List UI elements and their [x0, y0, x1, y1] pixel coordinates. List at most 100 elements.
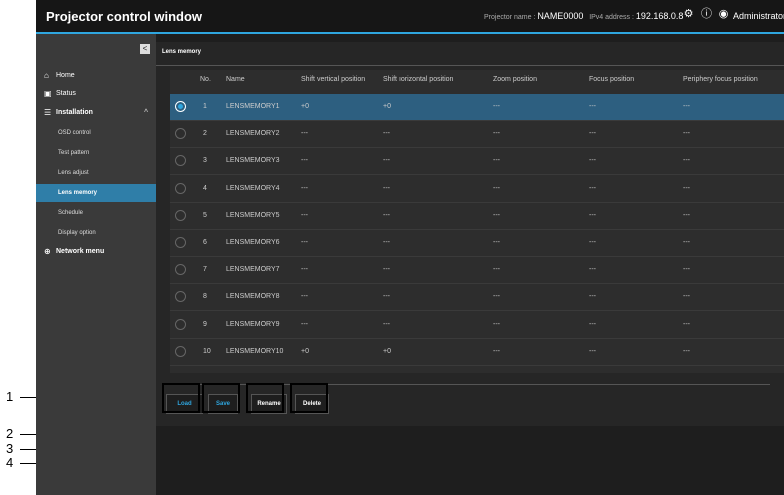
cell-zoom: ---: [493, 130, 500, 138]
cell-zoom: ---: [493, 293, 500, 301]
column-header-periphery-focus: Periphery focus position: [683, 76, 758, 83]
row-radio-button[interactable]: [175, 264, 186, 276]
cell-name: LENSMEMORY6: [226, 239, 280, 246]
sidebar-item-schedule[interactable]: Schedule: [36, 204, 156, 222]
sidebar-item-test-pattern[interactable]: Test pattern: [36, 144, 156, 162]
row-radio-button[interactable]: [175, 155, 186, 167]
sidebar-item-label: Test pattern: [58, 150, 90, 156]
sliders-icon: ☰: [44, 108, 52, 117]
cell-zoom: ---: [493, 320, 500, 328]
main-content: Lens memory No. Name Shift vertical posi…: [156, 34, 784, 495]
cell-periphery-focus: ---: [683, 266, 690, 274]
cell-zoom: ---: [493, 211, 500, 219]
table-row[interactable]: 4 LENSMEMORY4 --- --- --- --- ---: [170, 176, 784, 203]
cell-shift-horizontal: ---: [383, 239, 390, 246]
callout-number: 1: [6, 389, 14, 404]
sidebar: < ⌂ Home ▣ Status ☰ Installation ^ OSD c…: [36, 34, 156, 495]
cell-shift-vertical: ---: [301, 239, 308, 246]
cell-periphery-focus: ---: [683, 130, 690, 138]
sidebar-item-osd-control[interactable]: OSD control: [36, 124, 156, 142]
lens-memory-table: No. Name Shift vertical position Shift ı…: [170, 70, 784, 373]
row-radio-button[interactable]: [175, 345, 186, 357]
chevron-up-icon: ^: [144, 109, 149, 116]
lens-memory-panel: Lens memory No. Name Shift vertical posi…: [156, 42, 784, 426]
sidebar-item-network-menu[interactable]: ⊕ Network menu: [36, 243, 156, 261]
cell-shift-vertical: ---: [301, 184, 308, 192]
user-icon[interactable]: ◉: [717, 8, 730, 21]
cell-focus: ---: [589, 211, 596, 219]
sidebar-item-label: Home: [56, 72, 75, 79]
cell-shift-vertical: +0: [301, 103, 309, 110]
table-row[interactable]: 9 LENSMEMORY9 --- --- --- --- ---: [170, 312, 784, 339]
table-row[interactable]: 7 LENSMEMORY7 --- --- --- --- ---: [170, 257, 784, 285]
callout-frame-rename: [246, 383, 284, 413]
table-row[interactable]: 3 LENSMEMORY3 --- --- --- --- ---: [170, 148, 784, 176]
cell-zoom: ---: [493, 266, 500, 274]
cell-focus: ---: [589, 239, 596, 246]
app-title: Projector control window: [46, 9, 203, 24]
sidebar-item-label: Lens memory: [58, 190, 98, 196]
cell-shift-horizontal: ---: [383, 130, 390, 138]
cell-no: 3: [203, 157, 207, 165]
row-radio-button[interactable]: [175, 318, 186, 330]
cell-periphery-focus: ---: [683, 103, 690, 110]
projector-name-label: Projector name :: [484, 14, 536, 21]
cell-zoom: ---: [493, 184, 500, 192]
info-icon[interactable]: ⓘ: [700, 8, 713, 21]
cell-name: LENSMEMORY4: [226, 184, 280, 192]
sidebar-item-status[interactable]: ▣ Status: [36, 85, 156, 103]
table-row[interactable]: 10 LENSMEMORY10 +0 +0 --- --- ---: [170, 339, 784, 366]
row-radio-button[interactable]: [175, 101, 186, 112]
column-header-shift-vertical: Shift vertical position: [301, 76, 366, 83]
callout-number: 3: [6, 441, 14, 456]
cell-periphery-focus: ---: [683, 347, 690, 355]
cell-shift-horizontal: ---: [383, 266, 390, 274]
cell-shift-vertical: ---: [301, 130, 308, 138]
table-row[interactable]: 6 LENSMEMORY6 --- --- --- --- ---: [170, 230, 784, 257]
table-row[interactable]: 5 LENSMEMORY5 --- --- --- --- ---: [170, 203, 784, 230]
cell-shift-vertical: ---: [301, 211, 308, 219]
user-name[interactable]: Administrator: [733, 11, 784, 21]
cell-shift-horizontal: +0: [383, 347, 391, 355]
row-radio-button[interactable]: [175, 128, 186, 140]
sidebar-item-lens-adjust[interactable]: Lens adjust: [36, 164, 156, 182]
cell-periphery-focus: ---: [683, 184, 690, 192]
cell-focus: ---: [589, 293, 596, 301]
cell-periphery-focus: ---: [683, 211, 690, 219]
cell-no: 5: [203, 211, 207, 219]
status-icon: ▣: [44, 89, 52, 98]
sidebar-item-installation[interactable]: ☰ Installation ^: [36, 104, 156, 122]
cell-shift-horizontal: +0: [383, 103, 391, 110]
cell-shift-vertical: ---: [301, 293, 308, 301]
sidebar-item-lens-memory[interactable]: Lens memory: [36, 184, 156, 202]
projector-name: NAME0000: [537, 11, 584, 21]
collapse-button[interactable]: <: [140, 44, 150, 54]
sidebar-item-display-option[interactable]: Display option: [36, 224, 156, 242]
table-row[interactable]: 8 LENSMEMORY8 --- --- --- --- ---: [170, 284, 784, 312]
cell-zoom: ---: [493, 347, 500, 355]
cell-shift-vertical: ---: [301, 157, 308, 165]
callout-number: 2: [6, 426, 14, 441]
table-row[interactable]: 2 LENSMEMORY2 --- --- --- --- ---: [170, 121, 784, 149]
cell-shift-horizontal: ---: [383, 184, 390, 192]
row-radio-button[interactable]: [175, 209, 186, 221]
cell-zoom: ---: [493, 239, 500, 246]
row-radio-button[interactable]: [175, 182, 186, 194]
sidebar-item-home[interactable]: ⌂ Home: [36, 67, 156, 85]
table-row[interactable]: 1 LENSMEMORY1 +0 +0 --- --- ---: [170, 94, 784, 121]
sidebar-item-label: Installation: [56, 109, 93, 116]
cell-no: 9: [203, 320, 207, 328]
cell-periphery-focus: ---: [683, 293, 690, 301]
cell-focus: ---: [589, 266, 596, 274]
cell-focus: ---: [589, 320, 596, 328]
callout-frame-delete: [290, 383, 328, 413]
row-radio-button[interactable]: [175, 237, 186, 248]
gear-icon[interactable]: ⚙: [682, 8, 695, 21]
cell-shift-horizontal: ---: [383, 293, 390, 301]
callout-frame-load: [162, 383, 200, 413]
sidebar-item-label: Status: [56, 90, 76, 97]
home-icon: ⌂: [44, 71, 49, 80]
cell-focus: ---: [589, 103, 596, 110]
cell-name: LENSMEMORY8: [226, 293, 280, 301]
row-radio-button[interactable]: [175, 291, 186, 303]
